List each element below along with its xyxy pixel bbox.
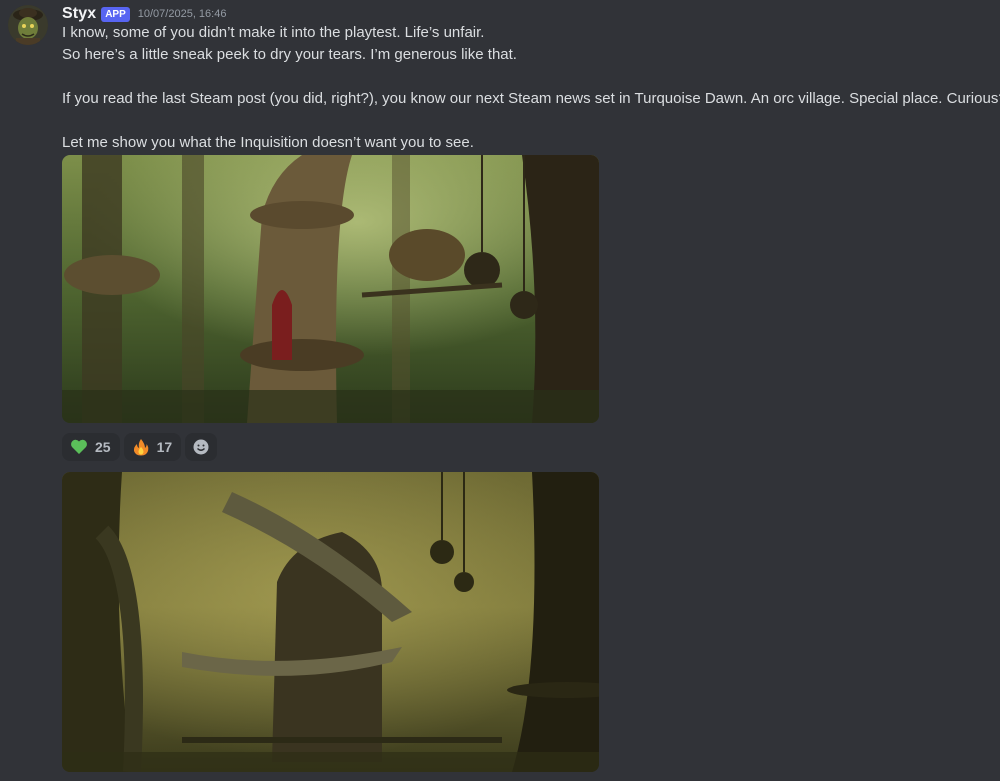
reaction-count: 25 — [95, 439, 111, 455]
message-content: I know, some of you didn’t make it into … — [62, 22, 1000, 154]
reactions-bar: 25 17 — [62, 433, 218, 461]
message-line-break — [62, 110, 992, 132]
app-badge: APP — [101, 6, 130, 22]
reaction-count: 17 — [156, 439, 173, 455]
swamp-hut-image — [62, 472, 599, 772]
reaction-green-heart[interactable]: 25 — [62, 433, 120, 461]
avatar[interactable] — [8, 5, 48, 45]
image-attachment-1[interactable] — [62, 155, 599, 423]
forest-treehouse-image — [62, 155, 599, 423]
message-header: Styx APP 10/07/2025, 16:46 — [62, 4, 226, 24]
add-reaction-button[interactable] — [185, 433, 218, 461]
green-heart-icon — [71, 439, 87, 454]
message-line-break — [62, 66, 992, 88]
reaction-fire[interactable]: 17 — [123, 433, 182, 461]
message-line: I know, some of you didn’t make it into … — [62, 24, 485, 41]
message-line: So here’s a little sneak peek to dry you… — [62, 46, 517, 63]
username[interactable]: Styx — [62, 5, 96, 23]
image-attachment-2[interactable] — [62, 472, 599, 772]
timestamp: 10/07/2025, 16:46 — [137, 8, 227, 20]
message-line: Let me show you what the Inquisition doe… — [62, 134, 474, 151]
chat-message: Styx APP 10/07/2025, 16:46 I know, some … — [0, 0, 1000, 781]
message-line: If you read the last Steam post (you did… — [62, 90, 1000, 107]
add-reaction-icon — [193, 439, 209, 455]
fire-icon — [133, 439, 148, 456]
